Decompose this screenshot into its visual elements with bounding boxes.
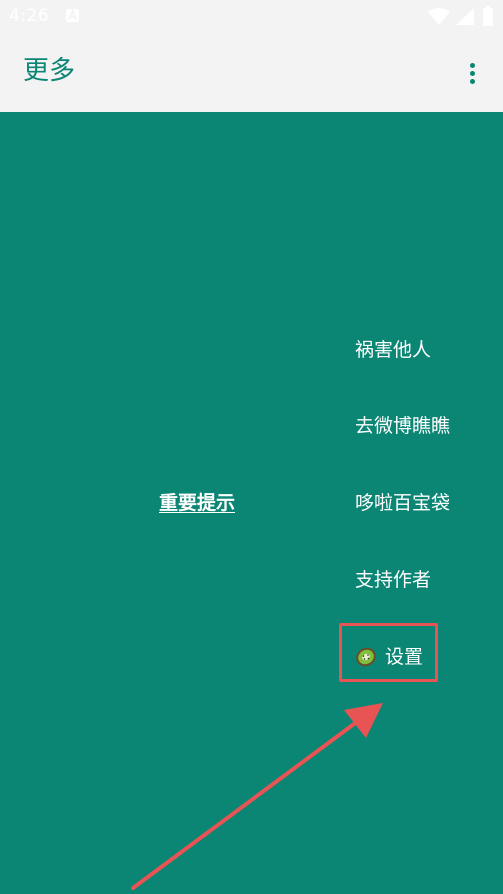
wifi-icon (428, 8, 450, 25)
menu-item-harm-others[interactable]: 祸害他人 (355, 337, 431, 363)
notification-a-icon (66, 9, 79, 22)
settings-button[interactable]: 设置 (355, 644, 423, 670)
signal-icon (456, 8, 474, 25)
kiwi-icon (356, 647, 376, 667)
settings-label: 设置 (385, 646, 424, 668)
menu-item-doraemon-bag[interactable]: 哆啦百宝袋 (355, 490, 450, 516)
status-bar: 4:26 (0, 0, 503, 33)
important-notice-link[interactable]: 重要提示 (159, 490, 235, 516)
annotation-arrow (131, 703, 383, 890)
page-title: 更多 (23, 56, 76, 86)
menu-item-support-author[interactable]: 支持作者 (355, 567, 431, 593)
app-bar: 更多 (0, 33, 503, 112)
status-time: 4:26 (9, 6, 50, 26)
menu-item-weibo[interactable]: 去微博瞧瞧 (355, 413, 450, 439)
battery-icon (483, 6, 493, 26)
screen: 4:26 更多 重要提示 祸害他人 去微博瞧瞧 哆啦百宝袋 支持作者 设置 (0, 0, 503, 894)
more-vert-icon[interactable] (460, 55, 484, 91)
